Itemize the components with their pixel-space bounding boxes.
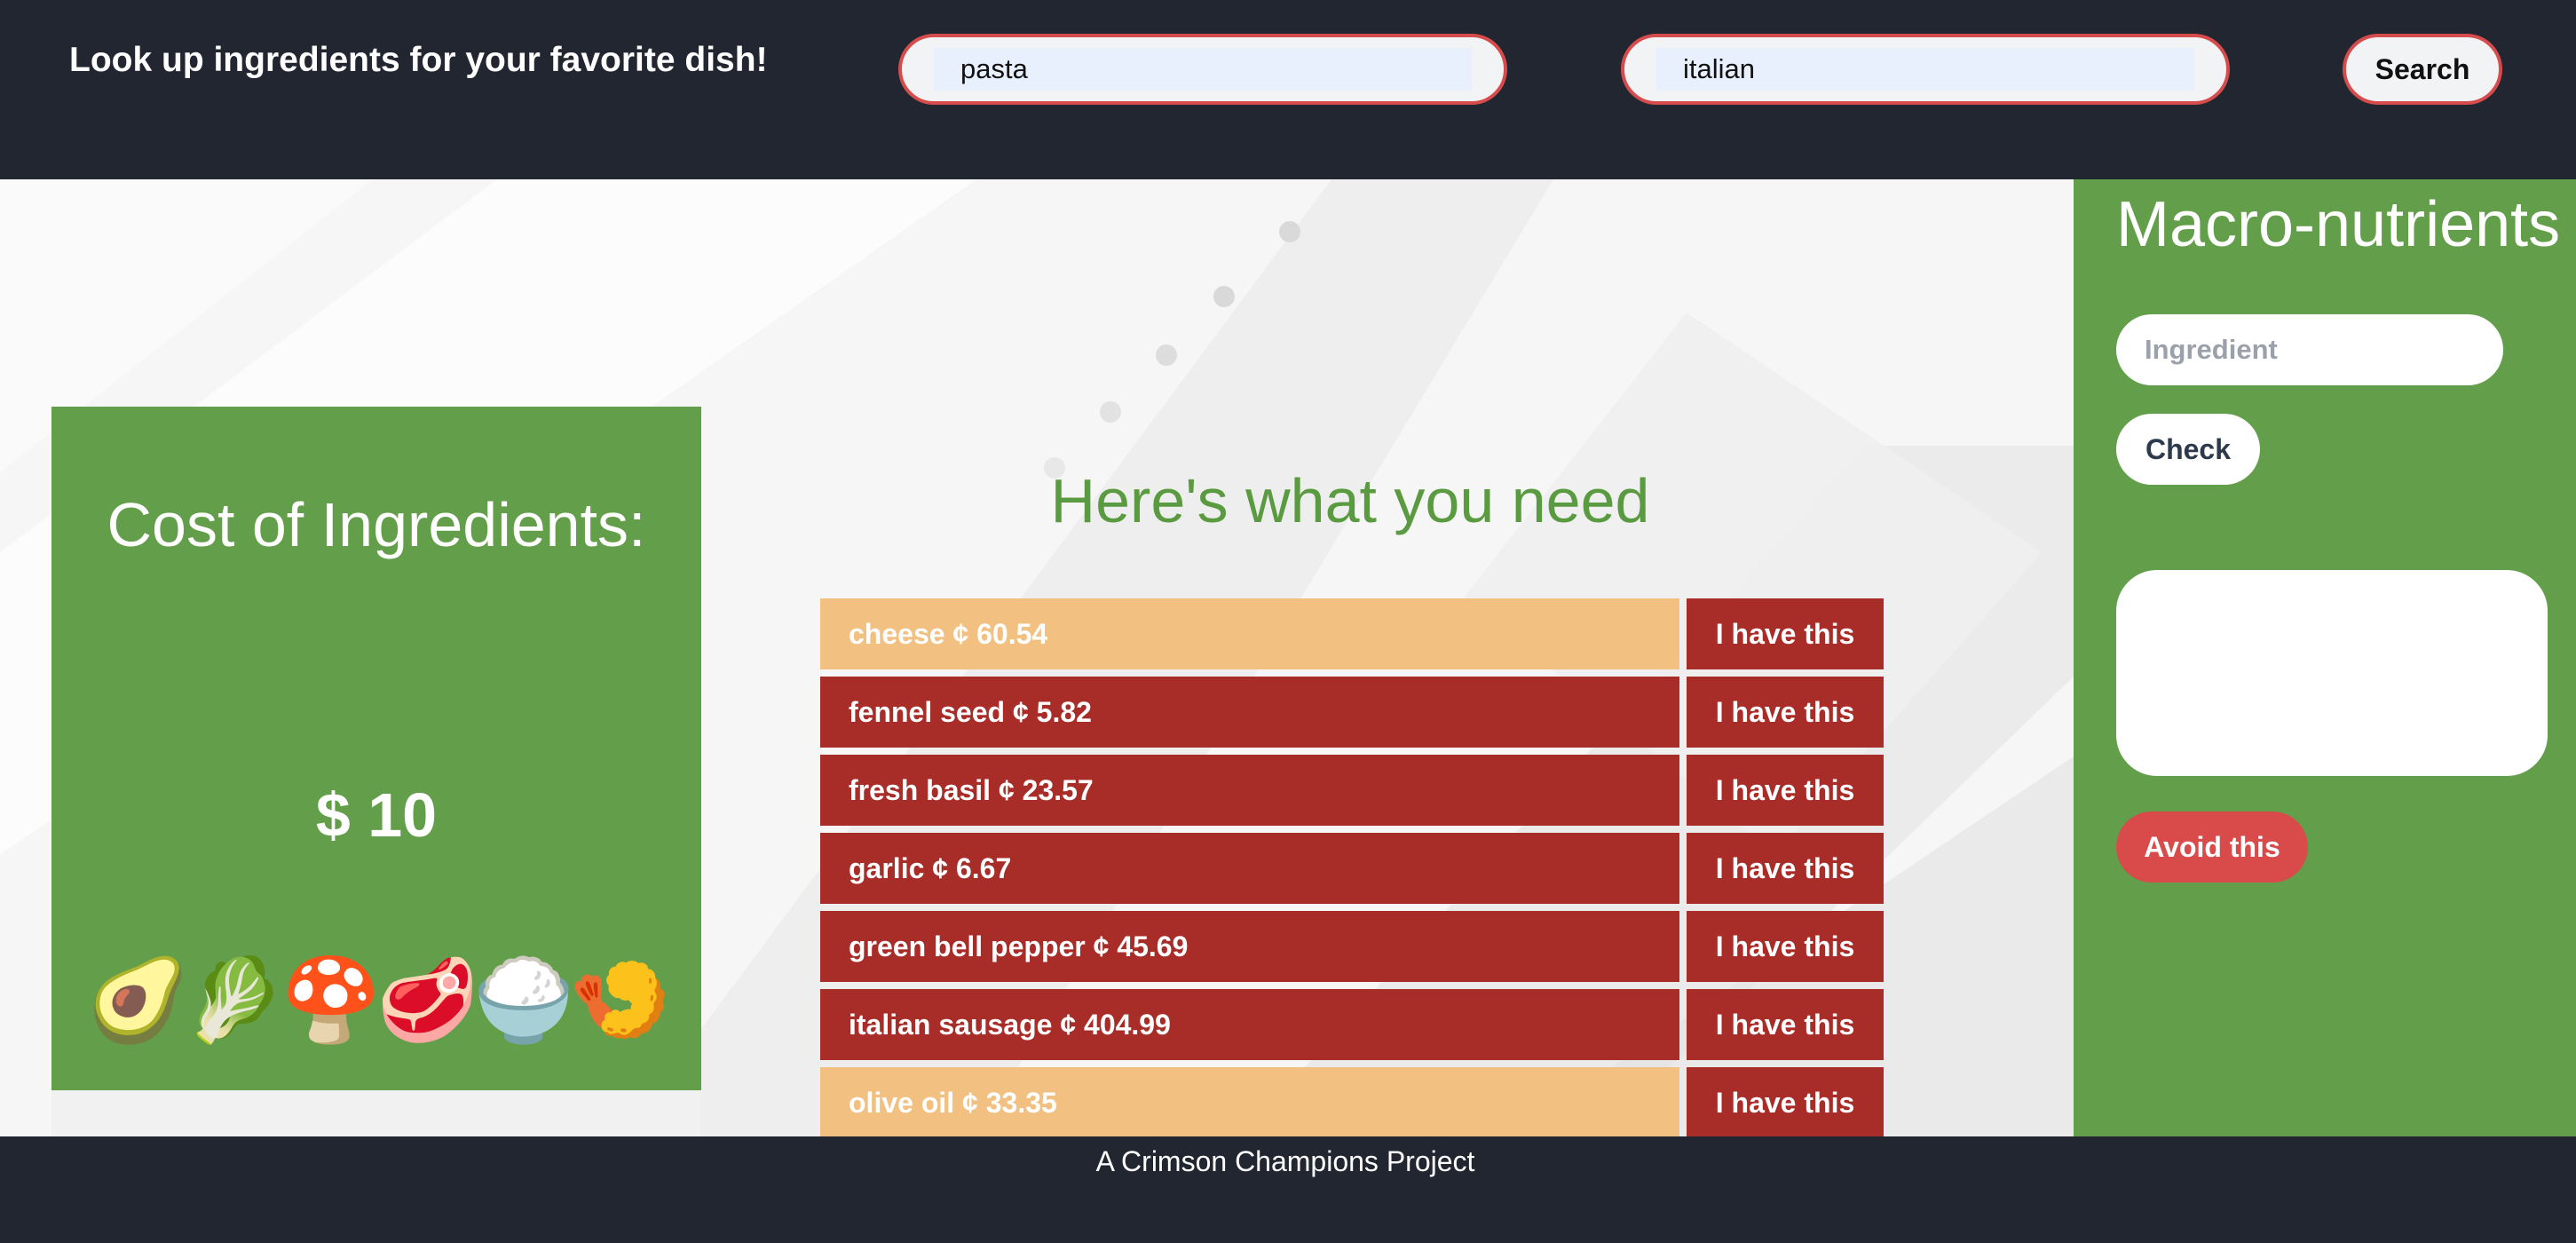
ingredient-label: italian sausage ¢ 404.99 [820, 989, 1679, 1060]
ingredient-label: garlic ¢ 6.67 [820, 833, 1679, 904]
ingredient-label: green bell pepper ¢ 45.69 [820, 911, 1679, 982]
cuisine-search-input[interactable] [1656, 48, 2194, 91]
ingredient-row: garlic ¢ 6.67 I have this [820, 833, 1884, 904]
avoid-button[interactable]: Avoid this [2116, 812, 2308, 883]
macro-sidebar: Macro-nutrients Check Avoid this [2074, 179, 2576, 1136]
dish-search-input[interactable] [934, 48, 1472, 91]
macro-title: Macro-nutrients [2116, 189, 2561, 260]
ingredient-label: fresh basil ¢ 23.57 [820, 755, 1679, 826]
ingredient-row: cheese ¢ 60.54 I have this [820, 598, 1884, 669]
ingredient-label: olive oil ¢ 33.35 [820, 1067, 1679, 1136]
ingredient-row: olive oil ¢ 33.35 I have this [820, 1067, 1884, 1136]
cuisine-search-wrapper [1621, 34, 2230, 105]
main-content: Cost of Ingredients: $ 10 🥑🥬🍄🥩🍚🍤 Here's … [0, 179, 2074, 1136]
cost-card: Cost of Ingredients: $ 10 🥑🥬🍄🥩🍚🍤 [51, 407, 701, 1090]
ingredients-heading: Here's what you need [1050, 466, 1650, 535]
tagline: Look up ingredients for your favorite di… [69, 41, 768, 79]
i-have-this-button[interactable]: I have this [1687, 755, 1884, 826]
ingredient-list: cheese ¢ 60.54 I have this fennel seed ¢ 5… [820, 598, 1884, 1136]
footer-text: A Crimson Champions Project [1095, 1145, 1475, 1177]
ingredient-row: green bell pepper ¢ 45.69 I have this [820, 911, 1884, 982]
ingredient-row: fresh basil ¢ 23.57 I have this [820, 755, 1884, 826]
ingredient-input[interactable] [2116, 314, 2503, 385]
i-have-this-button[interactable]: I have this [1687, 833, 1884, 904]
dish-search-wrapper [898, 34, 1507, 105]
i-have-this-button[interactable]: I have this [1687, 1067, 1884, 1136]
food-emoji-row: 🥑🥬🍄🥩🍚🍤 [87, 955, 670, 1046]
cost-amount: $ 10 [315, 780, 438, 850]
cost-card-footer-strip [51, 1090, 701, 1136]
macro-result-box [2116, 570, 2548, 776]
i-have-this-button[interactable]: I have this [1687, 677, 1884, 748]
i-have-this-button[interactable]: I have this [1687, 911, 1884, 982]
ingredient-row: fennel seed ¢ 5.82 I have this [820, 677, 1884, 748]
ingredient-label: fennel seed ¢ 5.82 [820, 677, 1679, 748]
ingredient-label: cheese ¢ 60.54 [820, 598, 1679, 669]
footer: A Crimson Champions Project [0, 1136, 2576, 1243]
top-bar: Look up ingredients for your favorite di… [0, 0, 2576, 179]
i-have-this-button[interactable]: I have this [1687, 598, 1884, 669]
ingredient-row: italian sausage ¢ 404.99 I have this [820, 989, 1884, 1060]
search-button[interactable]: Search [2343, 34, 2502, 105]
i-have-this-button[interactable]: I have this [1687, 989, 1884, 1060]
cost-title: Cost of Ingredients: [107, 490, 646, 559]
check-button[interactable]: Check [2116, 414, 2260, 485]
